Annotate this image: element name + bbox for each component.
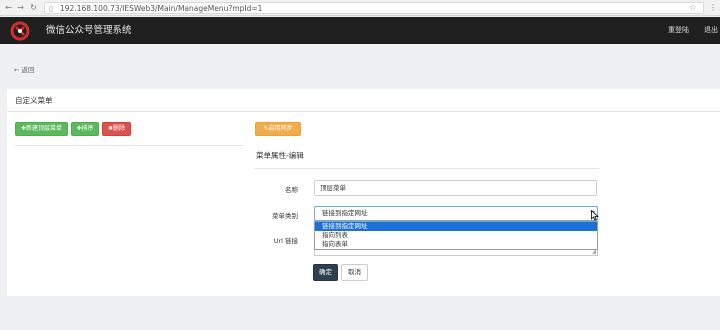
type-option[interactable]: 链接到指定网址 xyxy=(315,222,597,231)
arrow-left-icon[interactable]: ← xyxy=(4,3,13,13)
type-option[interactable]: 指向表单 xyxy=(315,240,597,249)
delete-button[interactable]: ✖删除 xyxy=(102,122,131,136)
sort-button[interactable]: ✚排序 xyxy=(71,122,99,136)
page-icon: ▯ xyxy=(49,5,53,13)
relogin-link[interactable]: 重登陆 xyxy=(668,17,689,44)
name-input[interactable]: 顶层菜单 xyxy=(314,180,597,196)
form-section-title: 菜单属性-编辑 xyxy=(256,151,304,160)
divider xyxy=(254,168,599,169)
browser-menu-icon[interactable]: ⋮ xyxy=(709,2,717,13)
type-dropdown-list: 链接到指定网址 指向列表 指向表单 xyxy=(314,221,598,250)
mouse-cursor-icon xyxy=(591,210,599,221)
type-label: 菜单类别 xyxy=(272,212,298,220)
url-textarea[interactable]: ◢ xyxy=(314,250,598,256)
brand-logo xyxy=(10,21,30,41)
resize-handle-icon[interactable]: ◢ xyxy=(592,250,596,255)
url-label: Url 链接 xyxy=(273,237,298,245)
address-text[interactable]: 192.168.100.73/IESWeb3/Main/ManageMenu?m… xyxy=(60,3,262,14)
enable-sync-button[interactable]: ✎启用同步 xyxy=(255,122,301,136)
name-label: 名称 xyxy=(285,186,298,194)
logout-link[interactable]: 退出 xyxy=(704,17,718,44)
divider xyxy=(15,145,243,146)
arrow-right-icon[interactable]: → xyxy=(16,3,25,13)
cancel-button[interactable]: 取消 xyxy=(341,264,368,281)
type-select[interactable]: 链接到指定网址 ▼ xyxy=(314,206,598,221)
confirm-button[interactable]: 确定 xyxy=(313,264,338,281)
app-title: 微信公众号管理系统 xyxy=(46,25,132,36)
type-option[interactable]: 指向列表 xyxy=(315,231,597,240)
app-header: 微信公众号管理系统 重登陆 退出 xyxy=(0,17,720,44)
new-top-menu-button[interactable]: ✚新建顶层菜单 xyxy=(15,122,68,136)
address-bar[interactable]: ▯ 192.168.100.73/IESWeb3/Main/ManageMenu… xyxy=(44,2,704,14)
browser-toolbar: ← → ↻ ▯ 192.168.100.73/IESWeb3/Main/Mana… xyxy=(0,0,720,16)
panel-title: 自定义菜单 xyxy=(15,96,53,105)
panel-header: 自定义菜单 xyxy=(7,89,720,112)
back-link[interactable]: ← 返回 xyxy=(14,64,35,74)
type-select-value: 链接到指定网址 xyxy=(322,209,368,217)
star-icon[interactable]: ☆ xyxy=(689,3,697,14)
reload-icon[interactable]: ↻ xyxy=(29,3,38,13)
